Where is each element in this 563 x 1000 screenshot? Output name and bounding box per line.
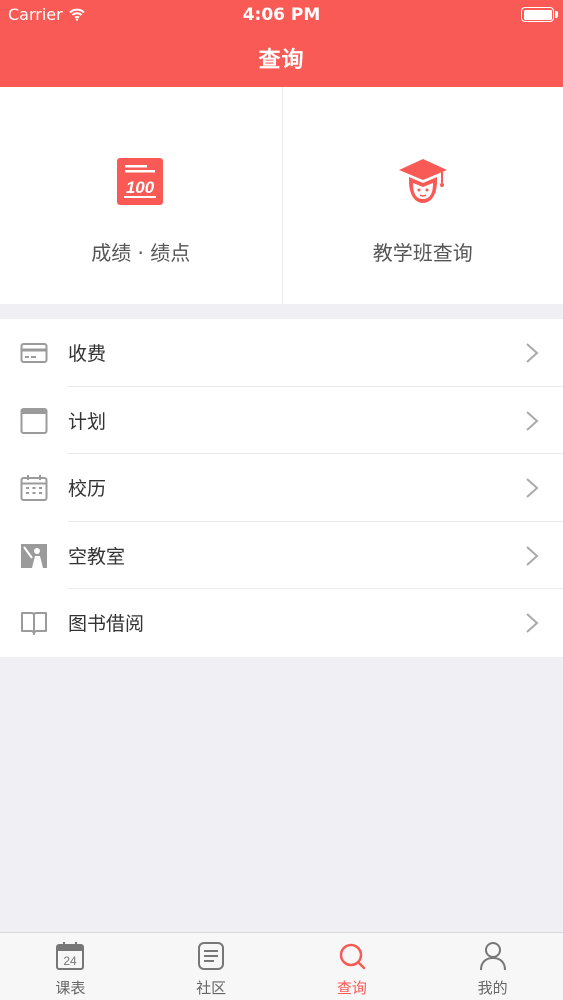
grid-label-class-query: 教学班查询 (372, 241, 473, 265)
tab-community[interactable]: 社区 (141, 933, 282, 1000)
window-icon (20, 407, 48, 434)
notes-icon (198, 942, 225, 970)
calendar-icon: 24 (56, 942, 85, 970)
calendar-day: 24 (64, 954, 78, 968)
grid-item-class-query[interactable]: 教学班查询 (281, 87, 563, 304)
tab-query[interactable]: 查询 (282, 933, 423, 1000)
top-grid: 100 成绩 · 绩点 教学班查询 (0, 87, 563, 304)
tab-label: 查询 (336, 979, 367, 997)
chevron-right-icon (526, 410, 539, 431)
tab-label: 我的 (477, 979, 508, 997)
page-title: 查询 (258, 48, 305, 73)
menu-list: 收费 计划 校历 空教室 图书借阅 (0, 319, 563, 657)
list-item-label: 计划 (68, 410, 107, 433)
tab-label: 课表 (55, 979, 86, 997)
chevron-right-icon (526, 546, 539, 566)
list-item-label: 收费 (68, 343, 107, 365)
tab-profile[interactable]: 我的 (422, 933, 563, 1000)
tab-schedule[interactable]: 24 课表 (0, 933, 141, 1000)
list-item-label: 空教室 (68, 545, 126, 568)
search-icon (339, 943, 366, 970)
list-item-empty-classroom[interactable]: 空教室 (0, 522, 563, 590)
chevron-right-icon (526, 478, 539, 498)
calendar-icon (20, 475, 48, 502)
list-item-plan[interactable]: 计划 (0, 387, 563, 455)
grid-label-score: 成绩 · 绩点 (91, 241, 191, 265)
tab-label: 社区 (196, 979, 227, 997)
list-item-label: 图书借阅 (68, 613, 145, 636)
person-icon (479, 942, 506, 971)
list-item-fees[interactable]: 收费 (0, 319, 563, 387)
chevron-right-icon (526, 613, 539, 634)
svg-text:100: 100 (126, 178, 155, 197)
status-bar: Carrier 4:06 PM (0, 0, 563, 30)
tab-bar: 24 课表 社区 查询 我的 (0, 932, 563, 1000)
battery-tip (555, 11, 558, 18)
status-time: 4:06 PM (242, 5, 321, 25)
list-item-label: 校历 (68, 478, 107, 501)
grid-item-score[interactable]: 100 成绩 · 绩点 (0, 87, 282, 304)
classroom-icon (21, 543, 47, 568)
score-100-icon: 100 (116, 158, 163, 205)
graduate-cap-icon (398, 159, 447, 203)
card-icon (20, 343, 48, 363)
battery-icon (521, 7, 554, 22)
chevron-right-icon (526, 343, 539, 363)
header: Carrier 4:06 PM 查询 (0, 0, 563, 87)
list-item-library[interactable]: 图书借阅 (0, 589, 563, 657)
book-icon (21, 612, 47, 636)
list-item-calendar[interactable]: 校历 (0, 454, 563, 522)
